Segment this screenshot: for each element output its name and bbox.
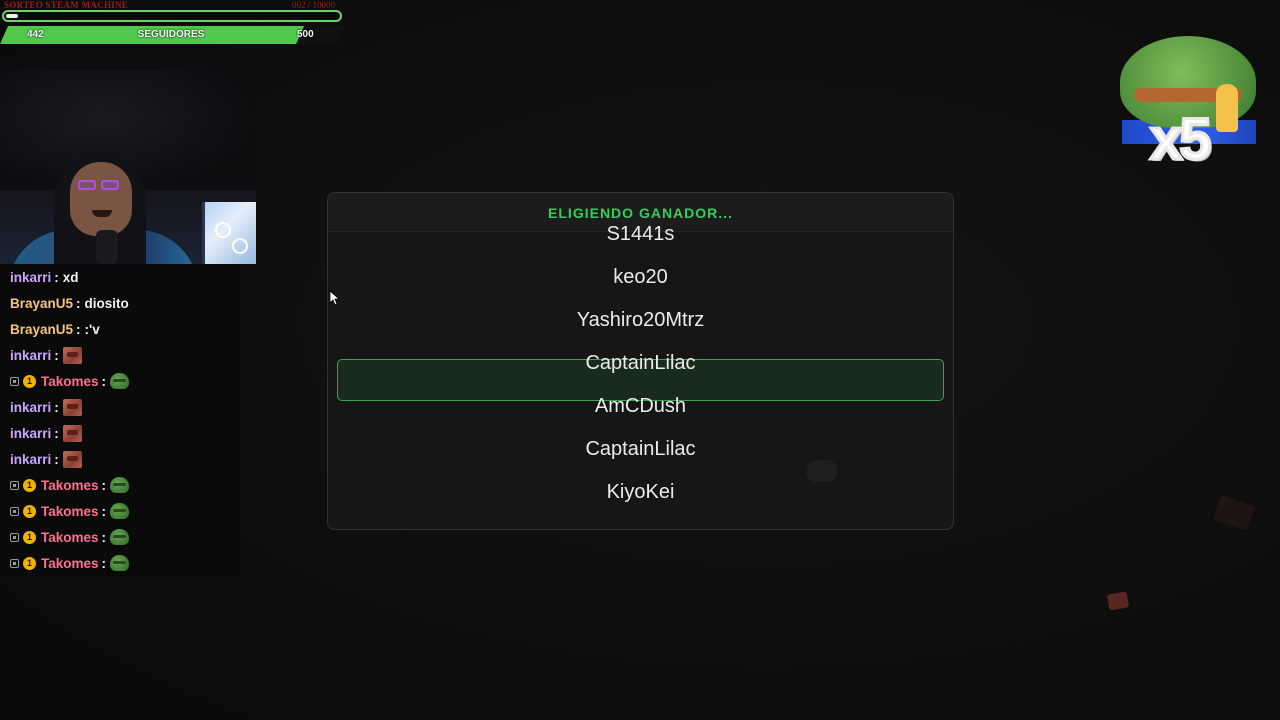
chat-emote-icon <box>62 450 82 468</box>
chat-message: 1 Takomes: <box>0 472 240 498</box>
webcam-feed <box>0 70 256 264</box>
chat-username[interactable]: inkarri <box>10 426 51 441</box>
picker-title: ELIGIENDO GANADOR... <box>548 205 733 221</box>
chat-message: BrayanU5::'v <box>0 316 240 342</box>
chat-username[interactable]: Takomes <box>41 478 99 493</box>
emote-multiplier: x5 <box>1149 106 1213 174</box>
moderator-badge-icon <box>10 532 19 542</box>
frog-emote-icon <box>110 373 130 389</box>
chat-username[interactable]: inkarri <box>10 452 51 467</box>
followers-goal-bar: 442 SEGUIDORES 500 <box>0 26 344 44</box>
chat-message: inkarri: <box>0 394 240 420</box>
frog-praying-emote: x5 <box>1120 36 1258 174</box>
chat-text: :'v <box>84 321 100 337</box>
goal-progress-bar <box>2 10 342 22</box>
chat-text: diosito <box>84 295 129 311</box>
sub-badge-icon: 1 <box>23 478 36 492</box>
chat-message: inkarri: <box>0 446 240 472</box>
chat-separator: : <box>101 477 107 493</box>
chat-separator: : <box>101 373 107 389</box>
chat-message: 1 Takomes: <box>0 498 240 524</box>
stream-overlay: SORTEO STEAM MACHINE 002 / 10000 442 SEG… <box>0 0 1280 720</box>
chat-overlay: inkarri: xd BrayanU5: diosito BrayanU5::'v in… <box>0 264 240 576</box>
followers-label: SEGUIDORES <box>137 29 205 40</box>
chat-separator: : <box>54 425 59 441</box>
moderator-badge-icon <box>10 480 19 490</box>
chat-separator: : <box>101 503 107 519</box>
picker-entry: AmCDush <box>594 395 687 417</box>
sub-badge-icon: 1 <box>23 374 36 388</box>
chat-separator: : <box>101 555 107 571</box>
chat-username[interactable]: inkarri <box>10 348 51 363</box>
chat-username[interactable]: Takomes <box>41 530 99 545</box>
chat-username[interactable]: BrayanU5 <box>10 296 73 311</box>
sub-badge-icon: 1 <box>23 504 36 518</box>
moderator-badge-icon <box>10 506 19 516</box>
sub-badge-icon: 1 <box>23 530 36 544</box>
picker-entry-selected: CaptainLilac <box>585 352 696 374</box>
chat-message: BrayanU5: diosito <box>0 290 240 316</box>
chat-separator: : <box>101 529 107 545</box>
chat-username[interactable]: Takomes <box>41 374 99 389</box>
frog-emote-icon <box>110 503 130 519</box>
chat-separator: : <box>54 347 59 363</box>
goal-progress-fill <box>6 14 18 18</box>
moderator-badge-icon <box>10 376 19 386</box>
floating-emote <box>1212 495 1256 531</box>
chat-message: inkarri: xd <box>0 264 240 290</box>
chat-separator: : <box>54 269 59 285</box>
chat-emote-icon <box>62 398 82 416</box>
picker-entry: S1441s <box>606 223 675 245</box>
sub-badge-icon: 1 <box>23 556 36 570</box>
chat-username[interactable]: Takomes <box>41 504 99 519</box>
chat-text: xd <box>62 269 79 285</box>
chat-emote-icon <box>62 346 82 364</box>
chat-separator: : <box>54 399 59 415</box>
chat-separator: : <box>76 321 81 337</box>
frog-emote-icon <box>110 477 130 493</box>
chat-message: 1 Takomes: <box>0 368 240 394</box>
picker-entry: KiyoKei <box>606 481 675 503</box>
chat-message: 1 Takomes: <box>0 550 240 576</box>
chat-message: inkarri: <box>0 420 240 446</box>
chat-separator: : <box>76 295 81 311</box>
goal-count: 002 / 10000 <box>292 0 336 10</box>
chat-message: inkarri: <box>0 342 240 368</box>
goal-title: SORTEO STEAM MACHINE <box>4 0 129 10</box>
picker-entry: keo20 <box>613 266 668 288</box>
chat-username[interactable]: inkarri <box>10 270 51 285</box>
floating-emote <box>1106 591 1130 611</box>
picker-entry: Yashiro20Mtrz <box>576 309 705 331</box>
chat-separator: : <box>54 451 59 467</box>
frog-emote-icon <box>110 555 130 571</box>
floating-emote <box>806 460 838 482</box>
mouse-cursor-icon <box>330 291 340 305</box>
chat-username[interactable]: BrayanU5 <box>10 322 73 337</box>
chat-username[interactable]: inkarri <box>10 400 51 415</box>
picker-entry: CaptainLilac <box>585 438 696 460</box>
microphone <box>96 230 118 264</box>
chat-emote-icon <box>62 424 82 442</box>
followers-goal: 500 <box>297 29 314 40</box>
frog-emote-icon <box>110 529 130 545</box>
moderator-badge-icon <box>10 558 19 568</box>
winner-picker-panel: ELIGIENDO GANADOR... S1441s keo20 Yashiro2… <box>327 192 954 530</box>
chat-message: 1 Takomes: <box>0 524 240 550</box>
chat-username[interactable]: Takomes <box>41 556 99 571</box>
